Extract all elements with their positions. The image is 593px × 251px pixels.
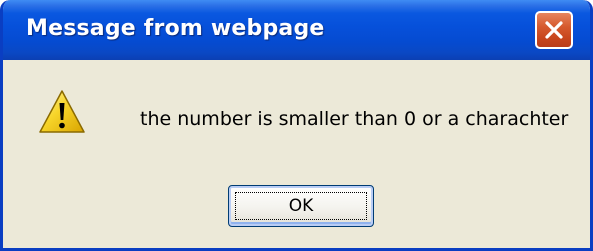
close-icon: [545, 21, 563, 39]
message-dialog: Message from webpage the number is small…: [0, 0, 593, 251]
dialog-message: the number is smaller than 0 or a charac…: [140, 108, 569, 130]
ok-button[interactable]: OK: [228, 185, 374, 227]
close-button[interactable]: [535, 11, 573, 49]
warning-icon: [39, 90, 85, 133]
ok-button-label: OK: [288, 196, 314, 216]
dialog-title: Message from webpage: [26, 16, 325, 41]
dialog-body: the number is smaller than 0 or a charac…: [3, 60, 590, 248]
title-bar[interactable]: Message from webpage: [3, 0, 590, 60]
